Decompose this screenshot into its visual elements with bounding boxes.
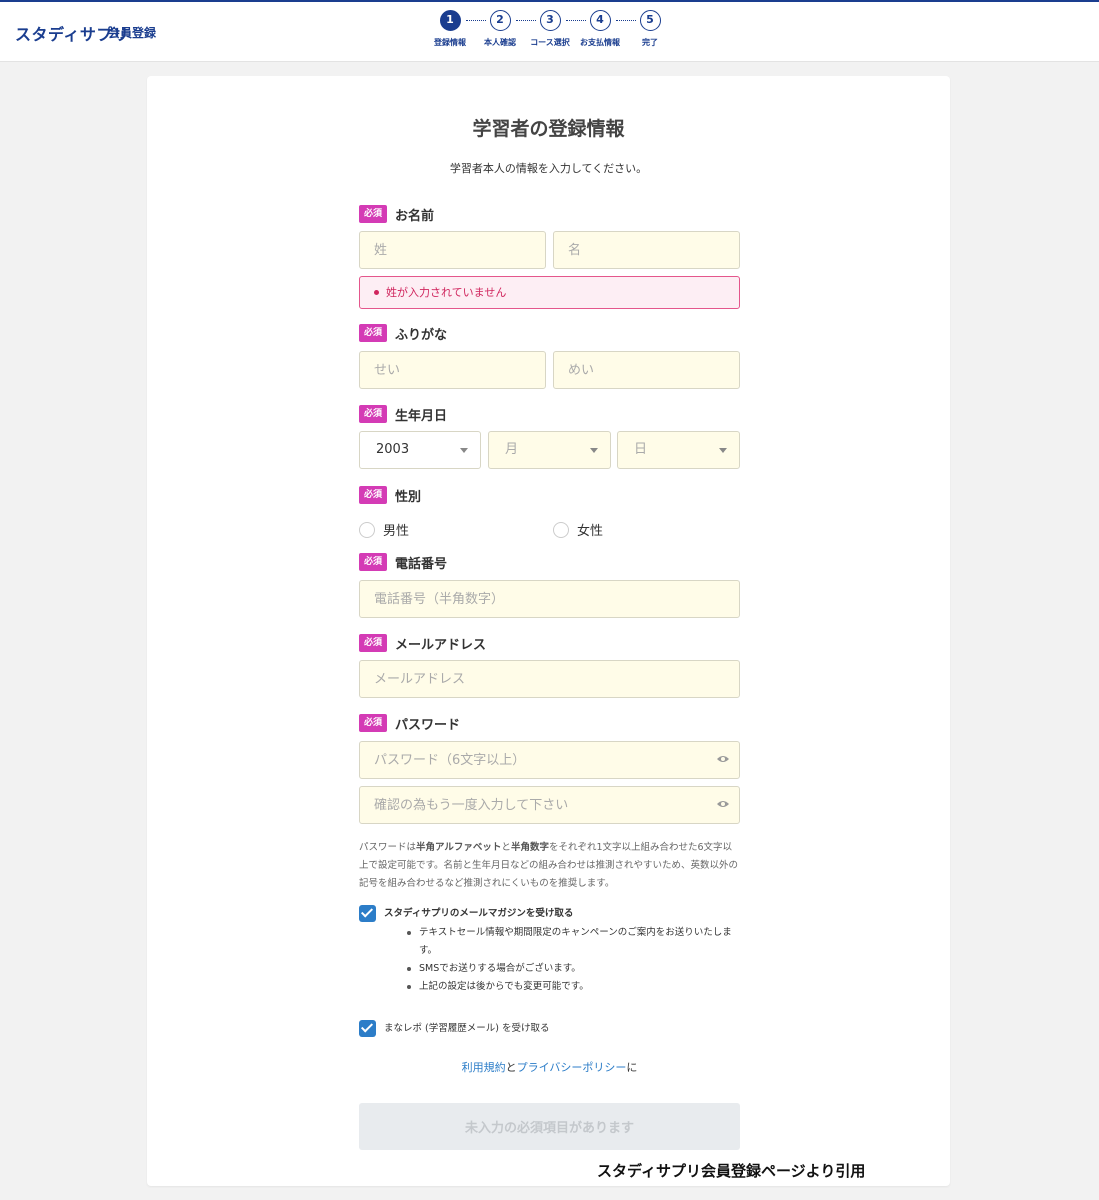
step-5-number: 5 (639, 10, 661, 31)
birth-year-value: 2003 (376, 442, 410, 457)
list-item: テキストセール情報や期間限定のキャンペーンのご案内をお送りいたします。 (407, 924, 737, 960)
gender-female-radio[interactable] (553, 521, 569, 538)
step-1-number: 1 (439, 10, 461, 31)
birthdate-label: 生年月日 (395, 408, 448, 424)
eye-icon[interactable] (716, 799, 730, 809)
required-badge: 必須 (359, 405, 388, 423)
password-confirm-input[interactable] (359, 786, 740, 824)
manarepo-option[interactable]: まなレポ (学習履歴メール) を受け取る (359, 1020, 549, 1037)
chevron-down-icon (590, 448, 598, 453)
required-badge: 必須 (359, 324, 388, 342)
required-badge: 必須 (359, 634, 388, 652)
password-input[interactable] (359, 741, 740, 779)
birth-day-select[interactable]: 日 (617, 431, 740, 469)
chevron-down-icon (719, 448, 727, 453)
password-confirm-field (359, 786, 740, 824)
step-5-label: 完了 (642, 38, 658, 47)
required-badge: 必須 (359, 205, 388, 223)
step-3-number: 3 (539, 10, 561, 31)
registration-card: 学習者の登録情報 学習者本人の情報を入力してください。 必須 お名前 姓が入力さ… (147, 76, 950, 1186)
registration-form: 必須 お名前 姓が入力されていません 必須 ふりがな 必須 生年月日 2003 … (359, 76, 740, 1186)
last-name-input[interactable] (359, 231, 546, 269)
phone-label: 電話番号 (395, 556, 448, 572)
gender-label-row: 必須 性別 (359, 485, 421, 505)
gender-male-radio[interactable] (359, 521, 375, 538)
password-field (359, 741, 740, 779)
birth-year-select[interactable]: 2003 (359, 431, 481, 469)
last-name-kana-input[interactable] (359, 351, 546, 389)
hint-alpha: 半角アルファベット (416, 842, 502, 853)
source-caption: スタディサプリ会員登録ページより引用 (597, 1162, 866, 1180)
gender-label: 性別 (395, 489, 422, 505)
furigana-label-row: 必須 ふりがな (359, 323, 447, 343)
birth-day-placeholder: 日 (634, 442, 648, 457)
birth-month-select[interactable]: 月 (488, 431, 611, 469)
gender-male-label: 男性 (383, 524, 410, 539)
manarepo-checkbox[interactable] (359, 1020, 376, 1037)
email-input[interactable] (359, 660, 740, 698)
first-name-kana-input[interactable] (553, 351, 740, 389)
birthdate-label-row: 必須 生年月日 (359, 404, 447, 424)
phone-input[interactable] (359, 580, 740, 618)
newsletter-label: スタディサプリのメールマガジンを受け取る (384, 908, 574, 919)
furigana-label: ふりがな (395, 327, 448, 343)
name-error-message: 姓が入力されていません (359, 276, 740, 309)
chevron-down-icon (460, 448, 468, 453)
error-bullet (374, 289, 379, 295)
hint-mid: と (501, 842, 511, 853)
list-item: SMSでお送りする場合がございます。 (407, 960, 737, 978)
gender-female-option[interactable]: 女性 (553, 520, 603, 539)
gender-male-option[interactable]: 男性 (359, 520, 409, 539)
phone-label-row: 必須 電話番号 (359, 552, 447, 572)
birth-month-placeholder: 月 (505, 442, 519, 457)
newsletter-option[interactable]: スタディサプリのメールマガジンを受け取る (359, 905, 573, 922)
step-4-number: 4 (589, 10, 611, 31)
progress-steps: 1 登録情報 2 本人確認 3 コース選択 4 お支払情報 5 完了 (420, 10, 680, 60)
gender-female-label: 女性 (577, 524, 604, 539)
email-label: メールアドレス (395, 637, 487, 653)
name-label: お名前 (395, 208, 435, 224)
password-label: パスワード (395, 717, 461, 733)
hint-prefix: パスワードは (359, 842, 417, 853)
name-error-text: 姓が入力されていません (386, 286, 507, 299)
logo-subtitle: 会員登録 (108, 26, 157, 40)
manarepo-label: まなレポ (学習履歴メール) を受け取る (384, 1023, 550, 1034)
required-badge: 必須 (359, 553, 388, 571)
first-name-input[interactable] (553, 231, 740, 269)
hint-digits: 半角数字 (510, 842, 549, 853)
required-badge: 必須 (359, 486, 388, 504)
newsletter-details: テキストセール情報や期間限定のキャンペーンのご案内をお送りいたします。 SMSで… (407, 924, 737, 996)
email-label-row: 必須 メールアドレス (359, 633, 486, 653)
eye-icon[interactable] (716, 754, 730, 764)
newsletter-checkbox[interactable] (359, 905, 376, 922)
top-header: スタディサプリ 会員登録 1 登録情報 2 本人確認 3 コース選択 4 お支払… (0, 0, 1099, 62)
password-label-row: 必須 パスワード (359, 713, 460, 733)
step-5: 5 完了 (620, 10, 680, 48)
terms-of-use-link[interactable]: 利用規約 (462, 1061, 506, 1074)
name-label-row: 必須 お名前 (359, 204, 434, 224)
privacy-policy-link[interactable]: プライバシーポリシー (517, 1061, 627, 1074)
password-hint: パスワードは半角アルファベットと半角数字をそれぞれ1文字以上組み合わせた6文字以… (359, 839, 740, 893)
terms-suffix: に (626, 1061, 638, 1074)
terms-mid: と (505, 1061, 517, 1074)
step-2-number: 2 (489, 10, 511, 31)
terms-text: 利用規約とプライバシーポリシーに (359, 1059, 740, 1075)
submit-button[interactable]: 未入力の必須項目があります (359, 1103, 740, 1150)
list-item: 上記の設定は後からでも変更可能です。 (407, 978, 737, 996)
required-badge: 必須 (359, 714, 388, 732)
